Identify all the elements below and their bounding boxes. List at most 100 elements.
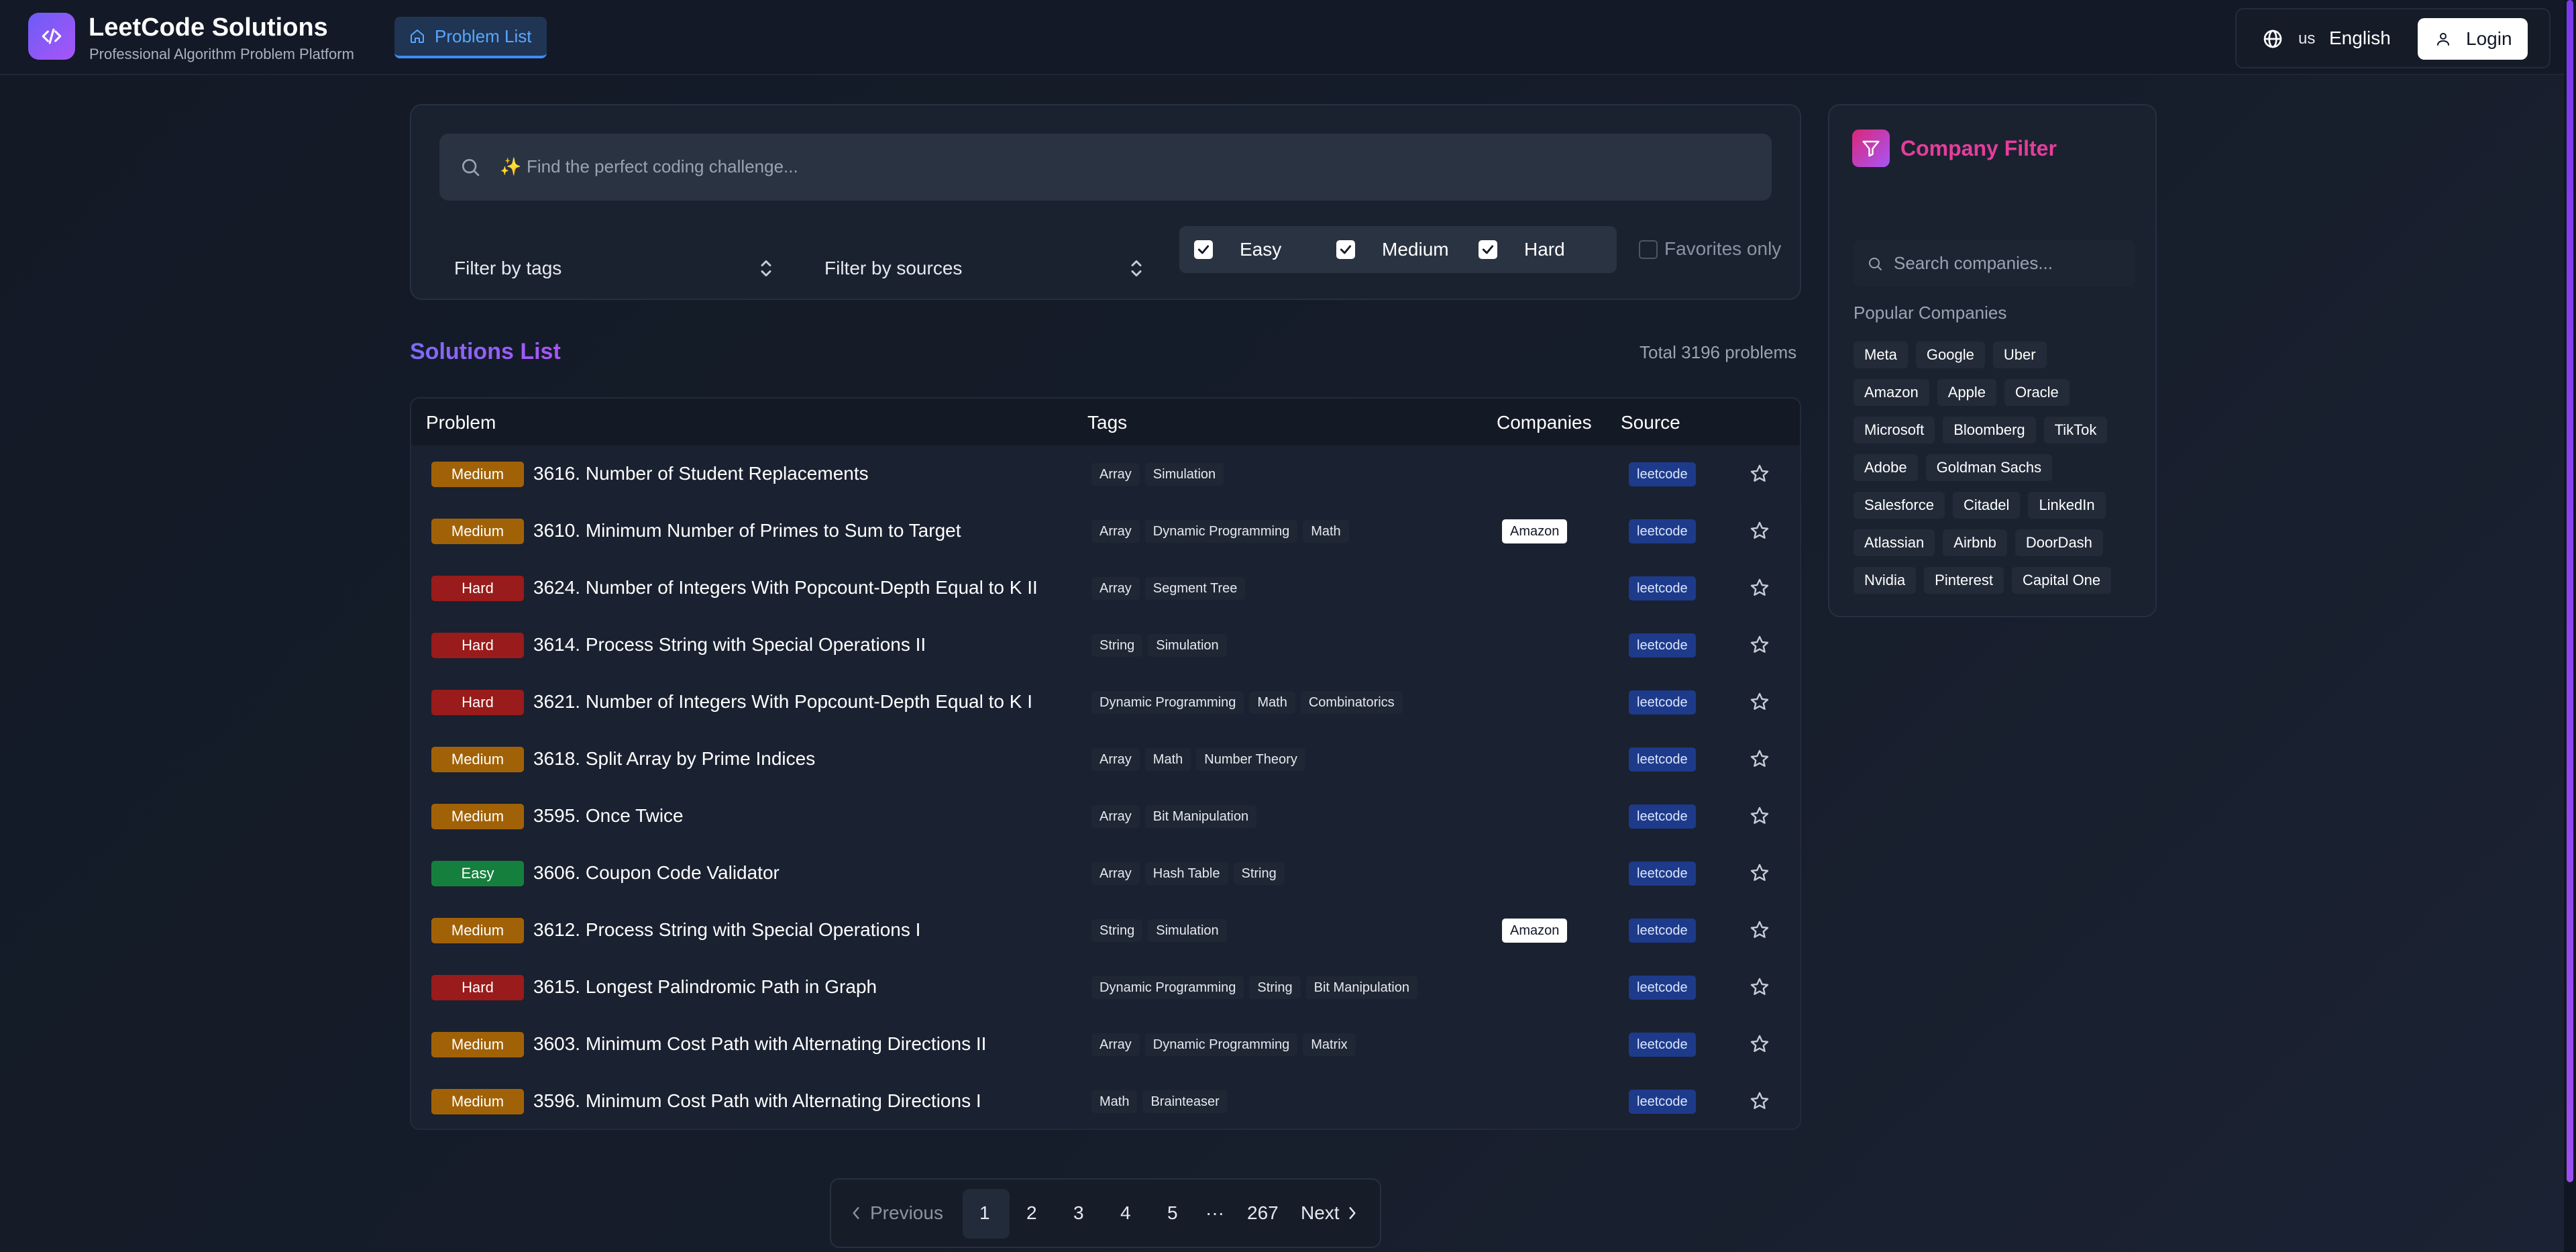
scrollbar-thumb[interactable] — [2567, 0, 2573, 1182]
nav-tab-problem-list[interactable]: Problem List — [394, 17, 547, 58]
tag-chip[interactable]: Array — [1091, 805, 1140, 828]
problem-title-link[interactable]: 3615. Longest Palindromic Path in Graph — [533, 976, 877, 998]
tag-chip[interactable]: Array — [1091, 463, 1140, 486]
page-1[interactable]: 1 — [979, 1202, 990, 1224]
tag-chip[interactable]: Array — [1091, 748, 1140, 771]
tag-chip[interactable]: Dynamic Programming — [1144, 520, 1298, 543]
tag-chip[interactable]: Bit Manipulation — [1144, 805, 1257, 828]
page-3[interactable]: 3 — [1073, 1202, 1084, 1224]
problem-title-link[interactable]: 3614. Process String with Special Operat… — [533, 634, 926, 656]
company-chip[interactable]: DoorDash — [2015, 529, 2103, 556]
problem-title-link[interactable]: 3621. Number of Integers With Popcount-D… — [533, 691, 1032, 713]
star-icon[interactable] — [1749, 577, 1770, 598]
table-row[interactable]: Medium 3610. Minimum Number of Primes to … — [411, 503, 1800, 560]
problem-title-link[interactable]: 3596. Minimum Cost Path with Alternating… — [533, 1090, 981, 1112]
hard-label[interactable]: Hard — [1524, 239, 1565, 260]
company-chip[interactable]: Apple — [1937, 379, 1996, 406]
logo[interactable] — [28, 13, 75, 60]
table-row[interactable]: Medium 3596. Minimum Cost Path with Alter… — [411, 1073, 1800, 1129]
medium-checkbox[interactable] — [1336, 240, 1355, 259]
table-row[interactable]: Medium 3595. Once Twice Array Bit Manipulat… — [411, 788, 1800, 845]
next-button[interactable]: Next — [1301, 1202, 1358, 1224]
table-row[interactable]: Medium 3603. Minimum Cost Path with Alter… — [411, 1016, 1800, 1073]
star-icon[interactable] — [1749, 805, 1770, 827]
scrollbar[interactable] — [2564, 0, 2576, 1252]
tag-chip[interactable]: Simulation — [1148, 919, 1227, 942]
sources-select[interactable]: Filter by sources — [810, 240, 1159, 297]
company-chip[interactable]: Goldman Sachs — [1925, 454, 2053, 481]
star-icon[interactable] — [1749, 520, 1770, 541]
tag-chip[interactable]: Math — [1303, 520, 1349, 543]
easy-checkbox[interactable] — [1194, 240, 1213, 259]
company-chip[interactable]: Salesforce — [1854, 492, 1945, 519]
table-row[interactable]: Medium 3612. Process String with Special … — [411, 902, 1800, 959]
company-chip[interactable]: Amazon — [1502, 519, 1568, 543]
tag-chip[interactable]: Dynamic Programming — [1144, 1033, 1298, 1056]
table-row[interactable]: Hard 3615. Longest Palindromic Path in Gr… — [411, 959, 1800, 1016]
star-icon[interactable] — [1749, 976, 1770, 998]
medium-label[interactable]: Medium — [1382, 239, 1449, 260]
table-row[interactable]: Medium 3616. Number of Student Replacemen… — [411, 446, 1800, 503]
page-2[interactable]: 2 — [1026, 1202, 1037, 1224]
problem-title-link[interactable]: 3595. Once Twice — [533, 805, 684, 827]
tag-chip[interactable]: Simulation — [1148, 634, 1227, 657]
tag-chip[interactable]: Hash Table — [1144, 862, 1228, 885]
table-row[interactable]: Hard 3621. Number of Integers With Popcou… — [411, 674, 1800, 731]
star-icon[interactable] — [1749, 1090, 1770, 1112]
company-chip[interactable]: Microsoft — [1854, 417, 1935, 444]
star-icon[interactable] — [1749, 691, 1770, 713]
language-switcher[interactable]: us English Login — [2235, 8, 2551, 68]
tag-chip[interactable]: Array — [1091, 577, 1140, 600]
company-chip[interactable]: Meta — [1854, 342, 1908, 368]
tag-chip[interactable]: Dynamic Programming — [1091, 976, 1244, 999]
tag-chip[interactable]: String — [1091, 634, 1143, 657]
problem-search-input[interactable]: ✨ Find the perfect coding challenge... — [439, 134, 1772, 201]
star-icon[interactable] — [1749, 1033, 1770, 1055]
tag-chip[interactable]: Brainteaser — [1142, 1090, 1228, 1113]
tag-chip[interactable]: Bit Manipulation — [1305, 976, 1417, 999]
page-last[interactable]: 267 — [1247, 1202, 1279, 1224]
tag-chip[interactable]: String — [1091, 919, 1143, 942]
problem-title-link[interactable]: 3603. Minimum Cost Path with Alternating… — [533, 1033, 986, 1055]
star-icon[interactable] — [1749, 748, 1770, 770]
company-chip[interactable]: Airbnb — [1943, 529, 2007, 556]
star-icon[interactable] — [1749, 463, 1770, 484]
tags-select[interactable]: Filter by tags — [439, 240, 788, 297]
company-chip[interactable]: Oracle — [2004, 379, 2070, 406]
tag-chip[interactable]: String — [1249, 976, 1301, 999]
tag-chip[interactable]: Dynamic Programming — [1091, 691, 1244, 714]
table-row[interactable]: Easy 3606. Coupon Code Validator Array Hash… — [411, 845, 1800, 902]
company-chip[interactable]: Google — [1915, 342, 1985, 368]
company-chip[interactable]: Nvidia — [1854, 567, 1917, 594]
company-chip[interactable]: Pinterest — [1924, 567, 2004, 594]
star-icon[interactable] — [1749, 634, 1770, 656]
previous-button[interactable]: Previous — [850, 1202, 943, 1224]
company-chip[interactable]: Adobe — [1854, 454, 1918, 481]
tag-chip[interactable]: Math — [1091, 1090, 1138, 1113]
table-row[interactable]: Medium 3618. Split Array by Prime Indices… — [411, 731, 1800, 788]
problem-title-link[interactable]: 3612. Process String with Special Operat… — [533, 919, 920, 941]
tag-chip[interactable]: Number Theory — [1196, 748, 1305, 771]
company-chip[interactable]: Bloomberg — [1943, 417, 2036, 444]
page-4[interactable]: 4 — [1120, 1202, 1131, 1224]
favorites-label[interactable]: Favorites only — [1664, 238, 1781, 260]
tag-chip[interactable]: Array — [1091, 520, 1140, 543]
company-search-input[interactable]: Search companies... — [1854, 240, 2135, 286]
tag-chip[interactable]: Simulation — [1144, 463, 1224, 486]
tag-chip[interactable]: Math — [1249, 691, 1295, 714]
hard-checkbox[interactable] — [1479, 240, 1497, 259]
star-icon[interactable] — [1749, 919, 1770, 941]
login-button[interactable]: Login — [2418, 18, 2528, 60]
star-icon[interactable] — [1749, 862, 1770, 884]
company-chip[interactable]: Amazon — [1854, 379, 1929, 406]
company-chip[interactable]: Atlassian — [1854, 529, 1935, 556]
problem-title-link[interactable]: 3616. Number of Student Replacements — [533, 463, 869, 484]
problem-title-link[interactable]: 3624. Number of Integers With Popcount-D… — [533, 577, 1038, 598]
tag-chip[interactable]: Matrix — [1303, 1033, 1356, 1056]
company-chip[interactable]: TikTok — [2043, 417, 2108, 444]
table-row[interactable]: Hard 3614. Process String with Special Op… — [411, 617, 1800, 674]
tag-chip[interactable]: Array — [1091, 862, 1140, 885]
company-chip[interactable]: Citadel — [1952, 492, 2021, 519]
page-5[interactable]: 5 — [1167, 1202, 1178, 1224]
problem-title-link[interactable]: 3606. Coupon Code Validator — [533, 862, 780, 884]
